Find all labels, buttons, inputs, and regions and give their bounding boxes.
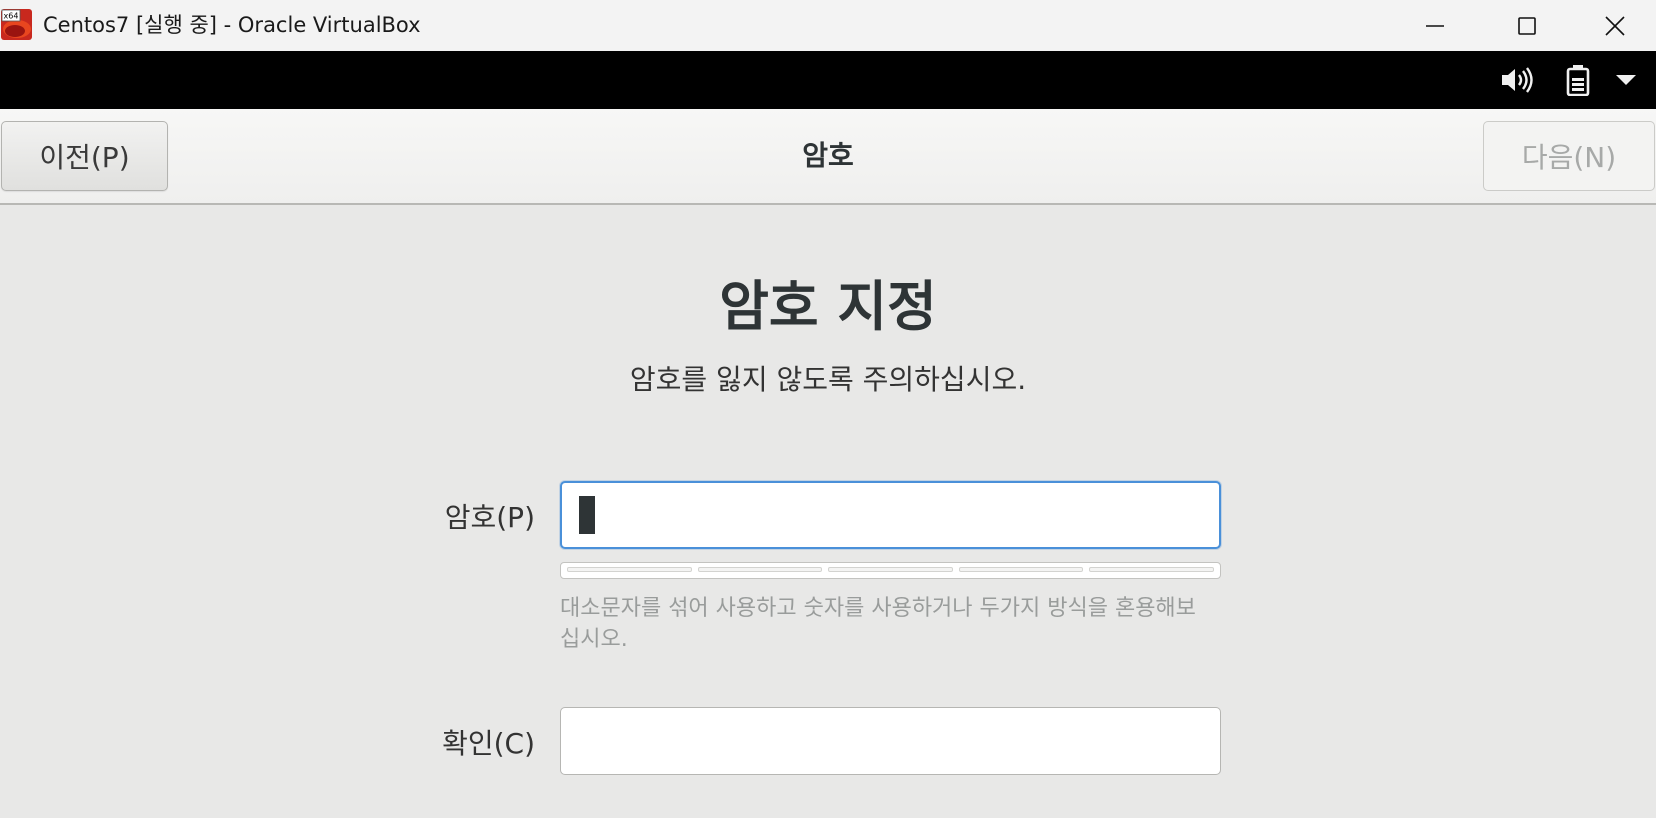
strength-segment <box>567 567 692 572</box>
confirm-field[interactable] <box>560 707 1221 775</box>
previous-button[interactable]: 이전(P) <box>1 121 168 191</box>
header-bar: 암호 이전(P) 다음(N) <box>0 109 1656 205</box>
minimize-button[interactable] <box>1389 0 1481 51</box>
close-button[interactable] <box>1573 0 1656 51</box>
window-title: Centos7 [실행 중] - Oracle VirtualBox <box>43 13 421 37</box>
maximize-icon <box>1518 16 1536 35</box>
password-strength-meter <box>560 562 1221 579</box>
window-titlebar: x64 Centos7 [실행 중] - Oracle VirtualBox <box>0 0 1656 51</box>
next-button[interactable]: 다음(N) <box>1483 121 1655 191</box>
volume-icon[interactable] <box>1500 65 1534 95</box>
maximize-button[interactable] <box>1481 0 1573 51</box>
confirm-input[interactable] <box>561 708 1220 774</box>
strength-segment <box>697 567 823 572</box>
header-title: 암호 <box>802 139 854 172</box>
password-hint: 대소문자를 섞어 사용하고 숫자를 사용하거나 두가지 방식을 혼용해보십시오. <box>560 596 1196 652</box>
text-cursor <box>579 496 595 534</box>
page-subtitle: 암호를 잃지 않도록 주의하십시오. <box>629 363 1027 396</box>
minimize-icon <box>1426 24 1444 27</box>
close-icon <box>1604 15 1625 36</box>
strength-segment <box>1089 567 1214 572</box>
strength-segment <box>958 567 1084 572</box>
password-label: 암호(P) <box>444 501 535 534</box>
gnome-top-bar <box>0 51 1656 109</box>
battery-icon[interactable] <box>1565 65 1591 96</box>
password-input[interactable] <box>562 483 1219 547</box>
page-heading: 암호 지정 <box>719 275 937 338</box>
confirm-label: 확인(C) <box>442 727 535 760</box>
password-field[interactable] <box>560 481 1221 549</box>
strength-segment <box>828 567 953 572</box>
app-icon-badge: x64 <box>4 12 19 21</box>
virtualbox-icon: x64 <box>1 9 32 40</box>
system-menu-arrow-icon[interactable] <box>1615 65 1637 95</box>
